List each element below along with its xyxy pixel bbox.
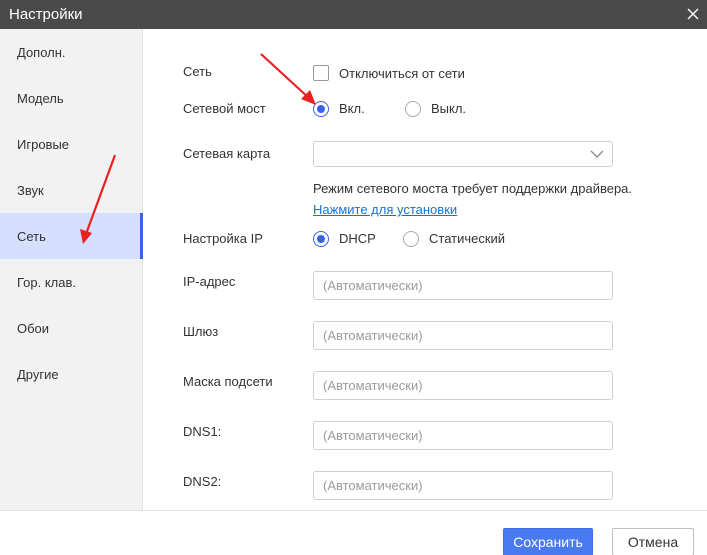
sidebar-item-label: Другие: [17, 366, 59, 382]
annotation-arrow-bridge: [260, 53, 316, 105]
sidebar-item-game[interactable]: Игровые: [0, 121, 143, 167]
sidebar: Дополн. Модель Игровые Звук Сеть Гор. кл…: [0, 29, 143, 510]
titlebar: Настройки: [0, 0, 707, 29]
sidebar-item-model[interactable]: Модель: [0, 75, 143, 121]
close-icon: [687, 8, 699, 20]
sidebar-item-label: Модель: [17, 90, 64, 106]
network-card-label: Сетевая карта: [183, 146, 271, 161]
dns1-label: DNS1:: [183, 424, 222, 439]
sidebar-item-advanced[interactable]: Дополн.: [0, 29, 143, 75]
bridge-on-label[interactable]: Вкл.: [339, 101, 365, 116]
sidebar-item-other[interactable]: Другие: [0, 351, 143, 397]
sidebar-item-label: Дополн.: [17, 44, 66, 60]
chevron-down-icon: [590, 150, 604, 158]
ip-address-label: IP-адрес: [183, 274, 236, 289]
sidebar-item-label: Гор. клав.: [17, 274, 77, 290]
bridge-on-radio[interactable]: [313, 101, 329, 117]
static-ip-radio[interactable]: [403, 231, 419, 247]
dhcp-radio[interactable]: [313, 231, 329, 247]
save-button[interactable]: Сохранить: [503, 528, 593, 555]
dialog-footer: Сохранить Отмена: [0, 510, 707, 555]
sidebar-item-sound[interactable]: Звук: [0, 167, 143, 213]
subnet-mask-label: Маска подсети: [183, 374, 273, 389]
settings-window: Настройки Дополн. Модель Игровые Звук Се…: [0, 0, 707, 555]
disconnect-checkbox[interactable]: [313, 65, 329, 81]
sidebar-item-wallpaper[interactable]: Обои: [0, 305, 143, 351]
dns1-input[interactable]: [313, 421, 613, 450]
window-title: Настройки: [9, 6, 83, 23]
static-ip-label[interactable]: Статический: [429, 231, 505, 246]
ip-address-input[interactable]: [313, 271, 613, 300]
close-button[interactable]: [683, 4, 703, 24]
sidebar-item-label: Звук: [17, 182, 44, 198]
sidebar-item-network[interactable]: Сеть: [0, 213, 143, 259]
subnet-mask-input[interactable]: [313, 371, 613, 400]
bridge-off-radio[interactable]: [405, 101, 421, 117]
network-label: Сеть: [183, 64, 212, 79]
ip-setup-label: Настройка IP: [183, 231, 263, 246]
install-driver-link[interactable]: Нажмите для установки: [313, 202, 457, 217]
sidebar-item-label: Игровые: [17, 136, 70, 152]
sidebar-item-label: Обои: [17, 320, 50, 336]
bridge-off-label[interactable]: Выкл.: [431, 101, 466, 116]
dhcp-label[interactable]: DHCP: [339, 231, 376, 246]
dns2-input[interactable]: [313, 471, 613, 500]
disconnect-label[interactable]: Отключиться от сети: [339, 66, 465, 81]
sidebar-item-hotkeys[interactable]: Гор. клав.: [0, 259, 143, 305]
gateway-label: Шлюз: [183, 324, 219, 339]
bridge-label: Сетевой мост: [183, 101, 266, 116]
sidebar-item-label: Сеть: [17, 228, 46, 244]
driver-note: Режим сетевого моста требует поддержки д…: [313, 181, 633, 196]
dns2-label: DNS2:: [183, 474, 222, 489]
network-card-select[interactable]: [313, 141, 613, 167]
gateway-input[interactable]: [313, 321, 613, 350]
cancel-button[interactable]: Отмена: [612, 528, 694, 555]
